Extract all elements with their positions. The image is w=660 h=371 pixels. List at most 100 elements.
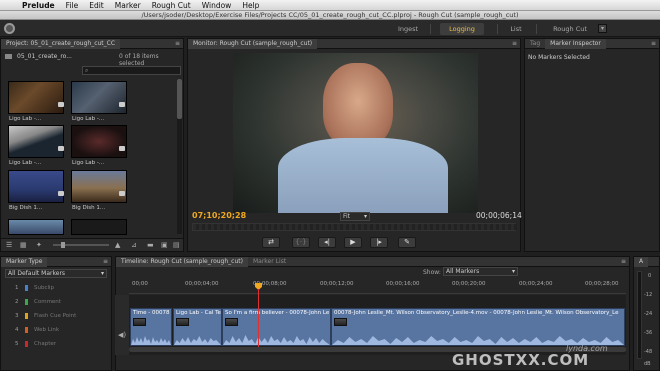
sort-icon[interactable]: ▲	[115, 241, 120, 249]
delete-icon[interactable]: ▤	[173, 241, 180, 249]
panel-menu-icon[interactable]: ≡	[175, 40, 180, 47]
new-folder-icon[interactable]: ▬	[147, 241, 154, 249]
color-swatch	[25, 327, 28, 333]
panel-menu-icon[interactable]: ≡	[621, 258, 626, 265]
tab-marker-type[interactable]: Marker Type	[1, 256, 48, 267]
meter-unit: dB	[644, 361, 651, 367]
workspace-list[interactable]: List	[502, 23, 530, 35]
marker-type-subclip[interactable]: 1 Subclip	[15, 285, 54, 291]
menu-file[interactable]: File	[66, 1, 79, 10]
clip-label: Big Dish 1...	[9, 205, 43, 211]
scrollbar[interactable]	[177, 79, 182, 234]
icon-view-icon[interactable]: ▦	[20, 241, 27, 249]
timeline-clip[interactable]: Time - 00078	[130, 308, 172, 346]
show-markers-dropdown[interactable]: All Markers ▾	[443, 267, 518, 276]
panel-menu-icon[interactable]: ≡	[651, 40, 656, 47]
menu-help[interactable]: Help	[242, 1, 259, 10]
search-input[interactable]: ⌕	[82, 66, 181, 75]
clip-type-icon	[58, 191, 64, 196]
audio-level-bar	[637, 271, 642, 359]
audio-meter-panel: A 0 -12 -24 -36 -48 dB	[633, 256, 660, 371]
tab-monitor[interactable]: Monitor: Rough Cut (sample_rough_cut)	[188, 38, 318, 49]
tag-icon[interactable]: ⊿	[131, 241, 137, 249]
workspace-dropdown-icon[interactable]: ▾	[598, 24, 607, 33]
clip-thumbnail[interactable]	[8, 125, 64, 158]
list-view-icon[interactable]: ☰	[6, 241, 12, 249]
ruler-label: 00;00;20;00	[452, 281, 486, 287]
marker-filter-dropdown[interactable]: All Default Markers ▾	[5, 269, 107, 278]
marker-type-web-link[interactable]: 4 Web Link	[15, 327, 59, 333]
clip-thumbnail[interactable]	[71, 125, 127, 158]
clip-thumbnail[interactable]	[71, 170, 127, 203]
clip-type-icon	[58, 146, 64, 151]
settings-icon[interactable]: ✦	[36, 241, 42, 249]
meter-tick: -12	[644, 292, 653, 298]
ruler-label: 00;00;28;00	[585, 281, 619, 287]
clip-thumbnail	[133, 318, 146, 326]
marker-type-comment[interactable]: 2 Comment	[15, 299, 61, 305]
step-forward-button[interactable]: |▸	[370, 237, 388, 248]
app-menu[interactable]: Prelude	[22, 1, 55, 10]
clip-type-icon	[58, 102, 64, 107]
workspace-logging[interactable]: Logging	[440, 23, 484, 35]
clip-thumbnail	[176, 318, 189, 326]
color-swatch	[25, 341, 28, 347]
tab-tag[interactable]: Tag	[525, 39, 545, 49]
color-swatch	[25, 299, 28, 305]
in-out-button[interactable]: {·}	[292, 237, 310, 248]
workspace-ingest[interactable]: Ingest	[392, 23, 424, 35]
clip-thumbnail	[334, 318, 347, 326]
clip-label: Ligo Lab -...	[9, 160, 42, 166]
no-markers-text: No Markers Selected	[528, 54, 590, 61]
marker-type-panel: Marker Type ≡ All Default Markers ▾ 1 Subc…	[0, 256, 112, 371]
tab-marker-list[interactable]: Marker List	[248, 257, 291, 267]
marker-type-chapter[interactable]: 5 Chapter	[15, 341, 56, 347]
current-timecode[interactable]: 07;10;20;28	[192, 211, 246, 220]
clip-thumbnail[interactable]	[8, 81, 64, 114]
timeline-clip[interactable]: Ligo Lab - Cal Te	[173, 308, 222, 346]
zoom-slider[interactable]	[53, 242, 109, 248]
tab-audio[interactable]: A	[634, 256, 649, 267]
clip-type-icon	[119, 146, 125, 151]
monitor-panel: Monitor: Rough Cut (sample_rough_cut) ≡ …	[187, 38, 522, 252]
loop-button[interactable]: ⇄	[262, 237, 280, 248]
step-back-button[interactable]: ◂|	[318, 237, 336, 248]
panel-menu-icon[interactable]: ≡	[103, 258, 108, 265]
video-frame[interactable]	[233, 53, 478, 213]
workspace-rough-cut[interactable]: Rough Cut	[548, 23, 592, 35]
clip-thumbnail[interactable]	[71, 81, 127, 114]
tab-timeline[interactable]: Timeline: Rough Cut (sample_rough_cut)	[116, 256, 248, 267]
settings-wrench-button[interactable]: ✎	[398, 237, 416, 248]
menu-edit[interactable]: Edit	[89, 1, 104, 10]
meter-tick: -48	[644, 349, 653, 355]
project-toolbar: ☰ ▦ ✦ ▲ ⊿ ▬ ▣ ▤	[1, 238, 183, 251]
menu-rough-cut[interactable]: Rough Cut	[152, 1, 191, 10]
zoom-fit-dropdown[interactable]: Fit ▾	[340, 212, 370, 221]
color-swatch	[25, 313, 28, 319]
color-swatch	[25, 285, 28, 291]
tab-marker-inspector[interactable]: Marker Inspector	[545, 38, 606, 49]
app-logo-icon	[4, 23, 15, 34]
items-selected-count: 0 of 18 items selected	[119, 53, 159, 67]
clip-thumbnail[interactable]	[71, 219, 127, 235]
timeline-clip[interactable]: So I'm a firm believer - 00078-John Le	[222, 308, 331, 346]
person-face	[323, 63, 393, 148]
menu-window[interactable]: Window	[202, 1, 232, 10]
person-shirt	[278, 138, 448, 213]
inspector-panel: Tag Marker Inspector ≡ No Markers Select…	[524, 38, 660, 252]
menu-marker[interactable]: Marker	[115, 1, 141, 10]
scrub-bar[interactable]	[192, 223, 517, 231]
new-item-icon[interactable]: ▣	[161, 241, 168, 249]
tab-project[interactable]: Project: 05_01_create_rough_cut_CC	[1, 38, 121, 49]
ruler-label: 00;00;16;00	[386, 281, 420, 287]
speaker-icon[interactable]: ◀)	[118, 331, 126, 339]
marker-type-flash-cue[interactable]: 3 Flash Cue Point	[15, 313, 76, 319]
clip-thumbnail[interactable]	[8, 219, 64, 235]
clip-label: Ligo Lab -...	[72, 160, 105, 166]
clip-thumbnail[interactable]	[8, 170, 64, 203]
timeline-clip[interactable]: 00078-John Leslie_Mt. Wilson Observatory…	[331, 308, 625, 346]
ruler-label: 00;00;12;00	[320, 281, 354, 287]
project-panel: Project: 05_01_create_rough_cut_CC ≡ 05_…	[0, 38, 184, 252]
play-button[interactable]: ▶	[344, 237, 362, 248]
panel-menu-icon[interactable]: ≡	[512, 40, 517, 47]
